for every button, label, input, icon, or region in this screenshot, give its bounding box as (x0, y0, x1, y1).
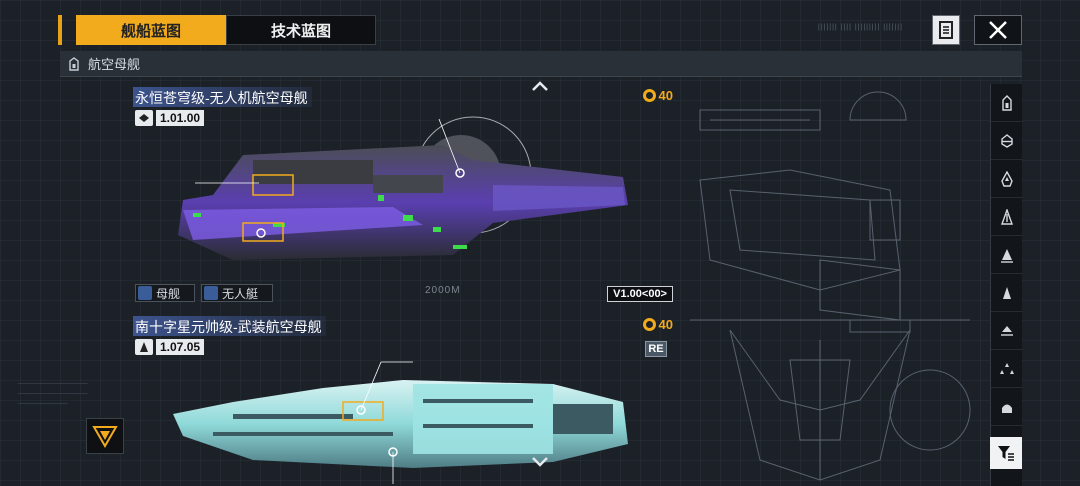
tag-drone: 无人艇 (201, 284, 274, 302)
emblem-button[interactable] (86, 418, 124, 454)
distance-label: 2000M (425, 285, 461, 296)
category-title: 航空母舰 (88, 57, 141, 72)
ship-type-icon (135, 110, 153, 126)
cruiser-class-icon[interactable] (991, 198, 1023, 236)
ship-card[interactable]: 南十字星元帅级-武装航空母舰 40 1.07.05 RE (133, 316, 673, 486)
category-bar: 航空母舰 (60, 51, 1022, 77)
chevron-down-icon[interactable] (530, 456, 550, 468)
filter-icon (998, 446, 1014, 461)
document-icon (939, 21, 953, 39)
corvette-class-icon[interactable] (991, 388, 1023, 426)
carrier-class-icon (69, 56, 79, 71)
battlecruiser-class-icon[interactable] (991, 236, 1023, 274)
ship-tags: 母舰 无人艇 (135, 284, 274, 302)
ship-cost: 40 (642, 317, 673, 332)
carrier-class-icon[interactable] (991, 84, 1023, 122)
ship-type-icon (135, 339, 153, 355)
blueprint-background (690, 91, 971, 481)
fighter-class-icon[interactable] (991, 350, 1023, 388)
decorative-text: ────────────── ────────────── ────────── (18, 381, 88, 408)
ship-image (173, 361, 628, 484)
currency-icon (642, 89, 656, 102)
top-bar: 舰船蓝图 技术蓝图 ||||||| |||| ||||||||| ||||||| (58, 15, 1022, 45)
filter-button[interactable] (990, 437, 1022, 469)
destroyer-class-icon[interactable] (991, 160, 1023, 198)
ship-class-filter-list (990, 84, 1023, 486)
mothership-icon (138, 286, 152, 300)
tab-tech-blueprint[interactable]: 技术蓝图 (226, 15, 376, 45)
ship-name: 南十字星元帅级-武装航空母舰 (133, 316, 326, 336)
auxiliary-class-icon[interactable] (991, 312, 1023, 350)
document-button[interactable] (932, 15, 960, 45)
cost-value: 40 (658, 88, 673, 103)
cost-value: 40 (658, 317, 673, 332)
ship-card[interactable]: 永恒苍穹级-无人机航空母舰 40 1.01.00 2000M 母舰 无人艇 V1… (133, 87, 673, 303)
ship-image (178, 116, 628, 260)
re-badge: RE (645, 341, 667, 357)
drone-icon (204, 286, 219, 300)
close-button[interactable] (974, 15, 1022, 45)
ship-name: 永恒苍穹级-无人机航空母舰 (133, 87, 312, 107)
tab-ship-blueprint[interactable]: 舰船蓝图 (76, 15, 226, 45)
tab-marker (58, 15, 62, 45)
close-icon (989, 21, 1007, 39)
emblem-icon (92, 426, 118, 448)
currency-icon (642, 318, 656, 331)
frigate-class-icon[interactable] (991, 122, 1023, 160)
decorative-stripes: ||||||| |||| ||||||||| ||||||| (818, 24, 903, 31)
ship-cost: 40 (642, 88, 673, 103)
blueprint-version: V1.00<00> (607, 286, 673, 302)
battleship-class-icon[interactable] (991, 274, 1023, 312)
tag-mothership: 母舰 (135, 284, 196, 302)
